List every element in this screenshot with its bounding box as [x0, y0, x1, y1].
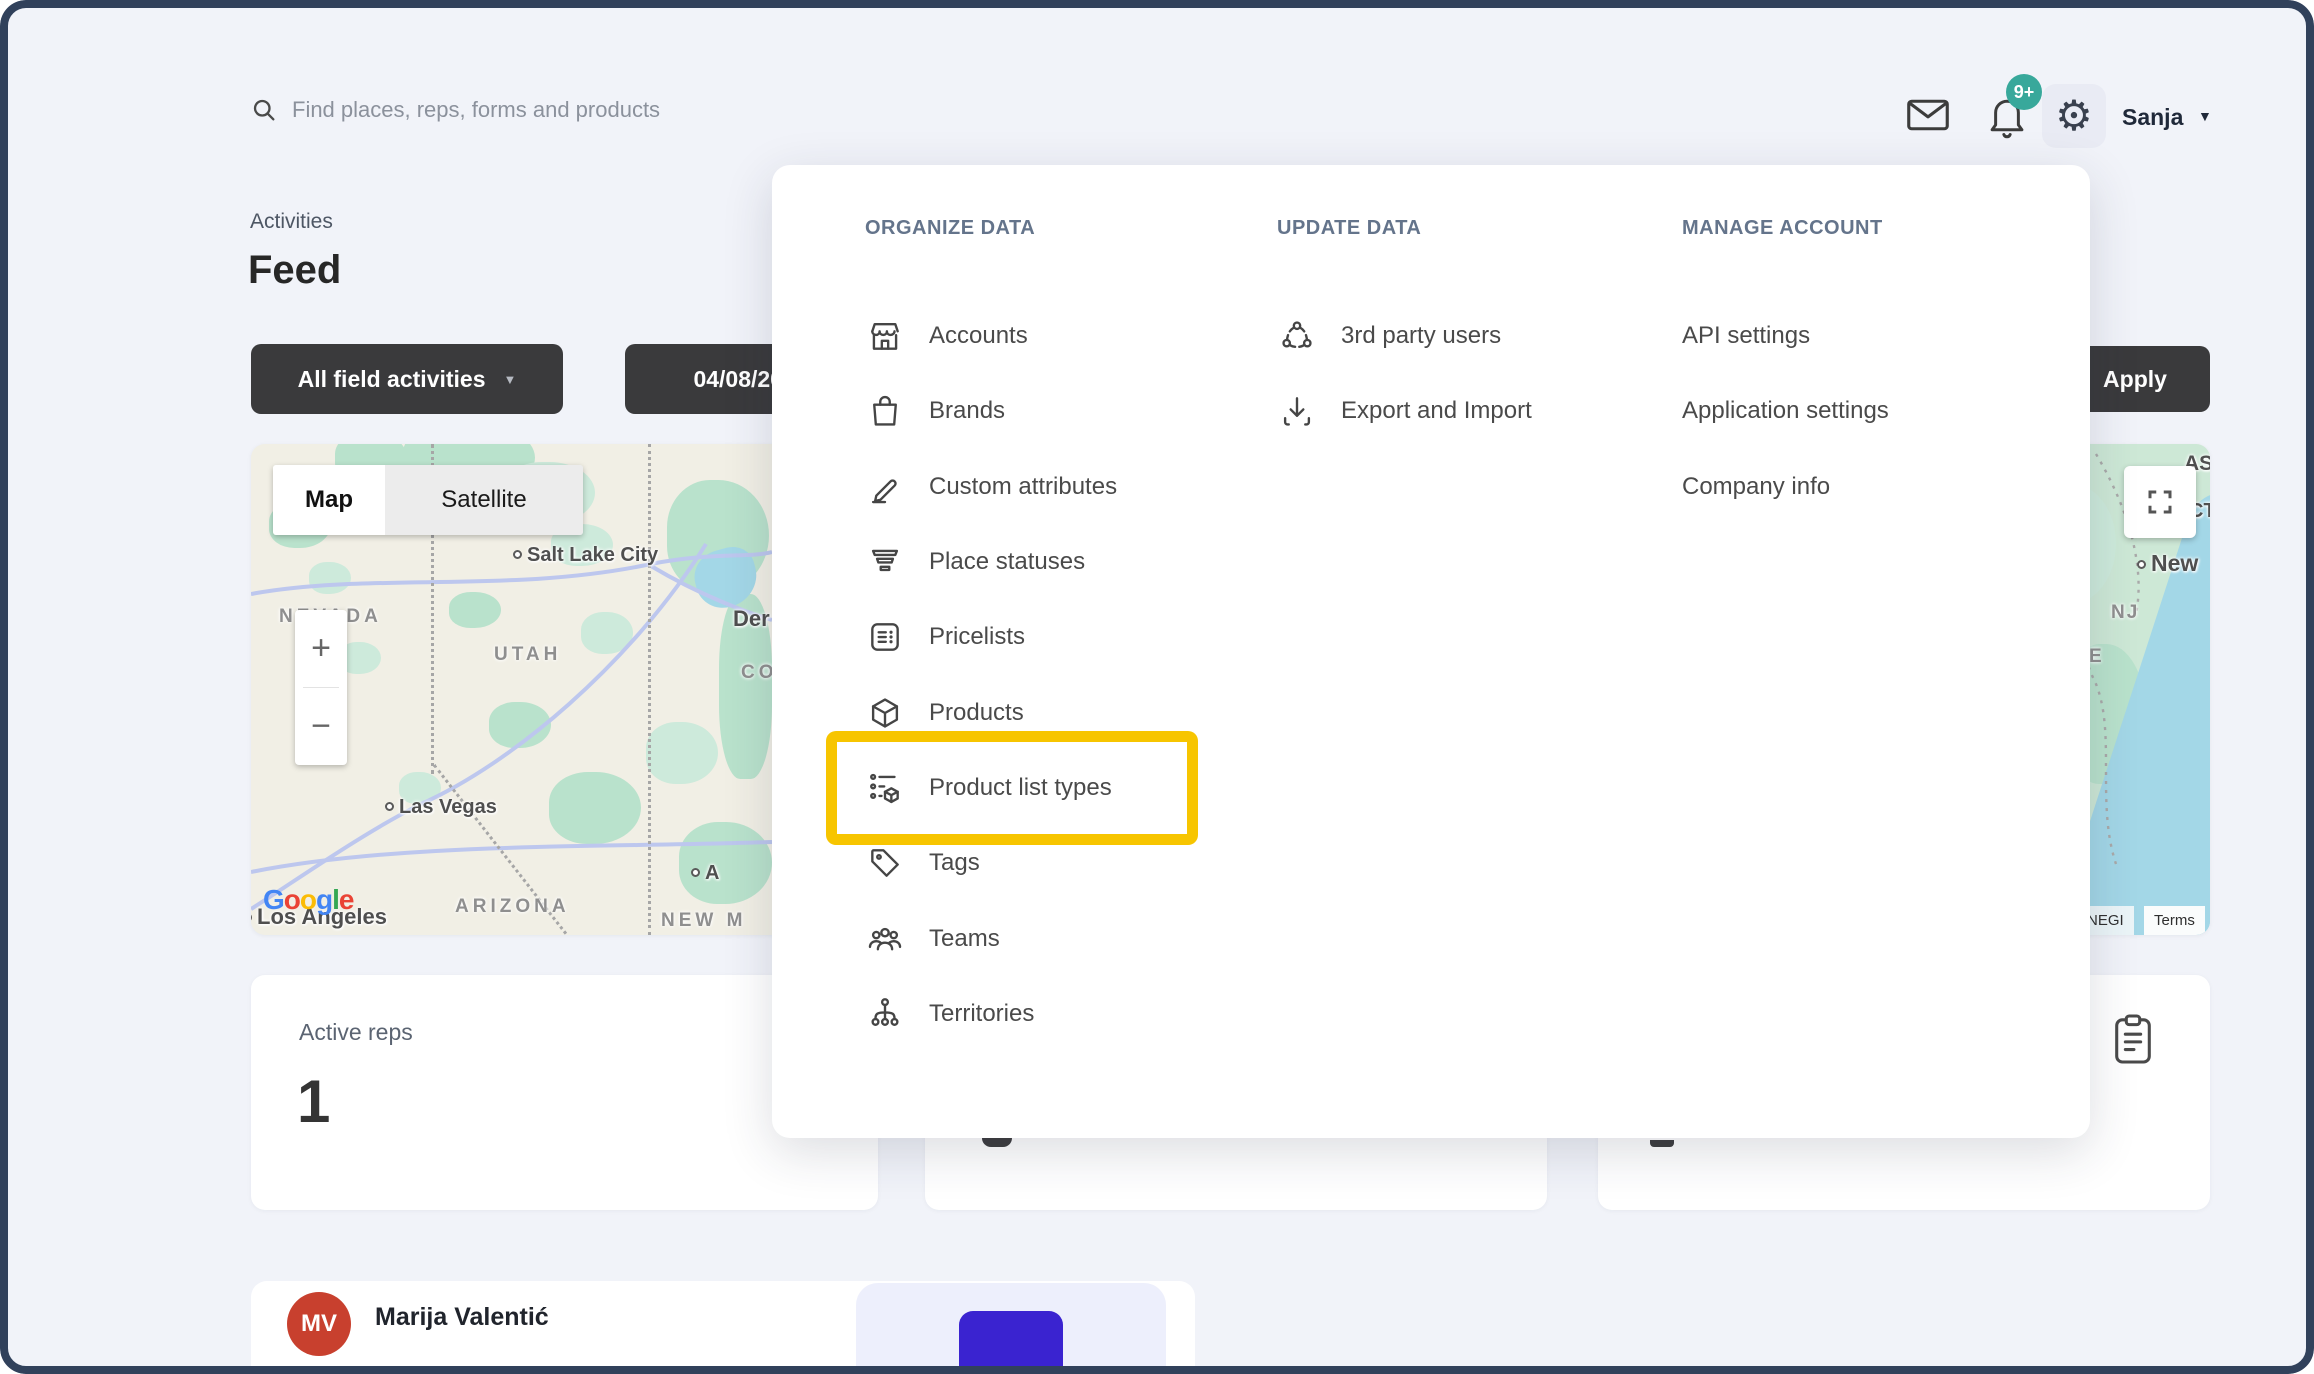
global-search[interactable]: [250, 96, 812, 124]
map-label-nj: NJ: [2111, 602, 2139, 624]
menu-item-3rd-party-users[interactable]: 3rd party users: [1277, 312, 1501, 360]
list-cube-icon: [865, 768, 905, 808]
pricelist-icon: [865, 617, 905, 657]
storefront-icon: [865, 316, 905, 356]
menu-item-product-list-types[interactable]: Product list types: [865, 764, 1112, 812]
map-label-utah: UTAH: [494, 644, 561, 666]
menu-item-products[interactable]: Products: [865, 689, 1024, 737]
partial-digit: [1650, 1140, 1674, 1147]
menu-item-custom-attributes[interactable]: Custom attributes: [865, 463, 1117, 511]
menu-item-company-info[interactable]: Company info: [1682, 463, 1830, 511]
activity-filter-label: All field activities: [298, 366, 486, 393]
fullscreen-button[interactable]: [2124, 466, 2196, 538]
activity-filter-dropdown[interactable]: All field activities ▼: [251, 344, 563, 414]
menu-item-application-settings[interactable]: Application settings: [1682, 387, 1889, 435]
map-zoom-control: + −: [295, 610, 347, 765]
map-terms-link[interactable]: Terms: [2144, 906, 2205, 935]
layers-funnel-icon: [865, 542, 905, 582]
map-label-new-mexico-partial: NEW M: [661, 910, 746, 932]
pencil-icon: [865, 467, 905, 507]
map-label-de-partial: E: [2089, 646, 2104, 668]
fullscreen-icon: [2145, 487, 2175, 517]
map-type-toggle: Map Satellite: [273, 465, 583, 535]
menu-item-teams[interactable]: Teams: [865, 915, 1000, 963]
people-icon: [865, 919, 905, 959]
menu-item-pricelists[interactable]: Pricelists: [865, 613, 1025, 661]
page-title: Feed: [248, 248, 341, 293]
download-icon: [1277, 391, 1317, 431]
notification-badge: 9+: [2006, 74, 2042, 110]
update-data-header: UPDATE DATA: [1277, 217, 1421, 240]
map-label-new-york-partial: New: [2137, 550, 2198, 577]
shopping-bag-icon: [865, 391, 905, 431]
menu-item-export-and-import[interactable]: Export and Import: [1277, 387, 1532, 435]
zoom-in-button[interactable]: +: [295, 610, 347, 687]
breadcrumb: Activities: [250, 210, 333, 234]
map-label-albuquerque-partial: A: [691, 862, 719, 885]
search-input[interactable]: [292, 97, 812, 123]
hierarchy-icon: [865, 994, 905, 1034]
card-label: Active reps: [299, 1019, 413, 1046]
mail-icon[interactable]: [1906, 98, 1950, 132]
menu-item-accounts[interactable]: Accounts: [865, 312, 1028, 360]
organize-data-header: ORGANIZE DATA: [865, 217, 1035, 240]
gear-icon: ⚙: [2055, 95, 2093, 137]
media-thumbnail: [959, 1311, 1063, 1374]
tag-icon: [865, 843, 905, 883]
map-label-arizona: ARIZONA: [455, 896, 570, 918]
map-view-button[interactable]: Map: [273, 465, 385, 535]
manage-account-header: MANAGE ACCOUNT: [1682, 217, 1883, 240]
map-label-las-vegas: Las Vegas: [385, 796, 497, 819]
feed-media-preview: [856, 1283, 1166, 1374]
cube-icon: [865, 693, 905, 733]
satellite-view-button[interactable]: Satellite: [385, 465, 583, 535]
settings-menu-panel: ORGANIZE DATA UPDATE DATA MANAGE ACCOUNT…: [772, 165, 2090, 1138]
google-logo: Google: [263, 884, 353, 916]
chevron-down-icon: ▼: [2198, 108, 2212, 124]
zoom-out-button[interactable]: −: [295, 688, 347, 765]
menu-item-brands[interactable]: Brands: [865, 387, 1005, 435]
partial-digit: [982, 1138, 1012, 1147]
clipboard-icon: [2110, 1011, 2156, 1067]
user-menu[interactable]: Sanja: [2122, 104, 2183, 131]
avatar: MV: [287, 1292, 351, 1356]
search-icon: [250, 96, 278, 124]
network-icon: [1277, 316, 1317, 356]
rep-name: Marija Valentić: [375, 1303, 549, 1332]
menu-item-tags[interactable]: Tags: [865, 839, 980, 887]
settings-gear-button[interactable]: ⚙: [2042, 84, 2106, 148]
map-label-denver-partial: Der: [733, 606, 770, 632]
chevron-down-icon: ▼: [504, 372, 517, 387]
card-value: 1: [297, 1067, 330, 1136]
menu-item-territories[interactable]: Territories: [865, 990, 1034, 1038]
app-screen: 9+ ⚙ Sanja ▼ Activities Feed All field a…: [0, 0, 2314, 1374]
menu-item-api-settings[interactable]: API settings: [1682, 312, 1810, 360]
map-label-salt-lake-city: Salt Lake City: [513, 544, 658, 567]
apply-label: Apply: [2103, 366, 2167, 393]
menu-item-place-statuses[interactable]: Place statuses: [865, 538, 1085, 586]
